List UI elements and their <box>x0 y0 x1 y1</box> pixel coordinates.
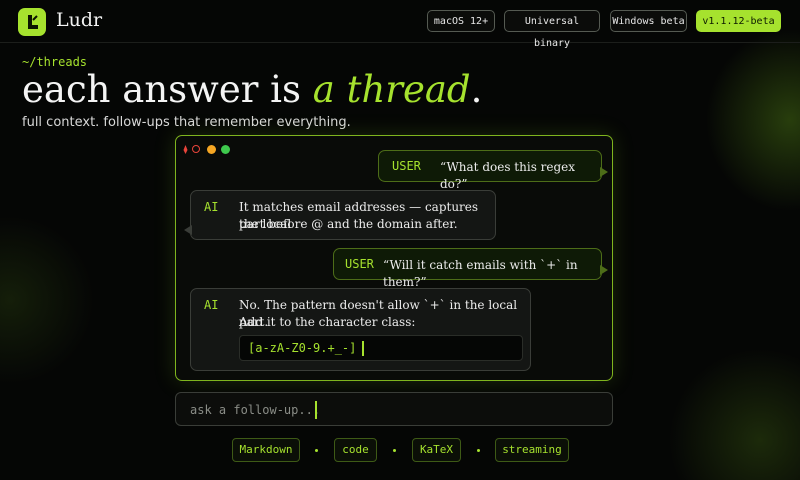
chat-window: USER “What does this regex do?” AI It ma… <box>175 135 613 381</box>
bolt-icon <box>28 15 38 29</box>
feature-tag-streaming[interactable]: streaming <box>495 438 569 462</box>
app-name: Ludr <box>56 9 103 31</box>
tag-separator <box>315 449 318 452</box>
window-minimize-dot[interactable] <box>207 145 216 154</box>
title-lead: each answer is <box>22 68 313 111</box>
platform-windows-badge[interactable]: Windows beta <box>610 10 687 32</box>
followup-input[interactable] <box>190 401 320 419</box>
top-bar: Ludr macOS 12+ Universal binary Windows … <box>0 0 800 49</box>
text-cursor <box>362 341 365 356</box>
text-cursor <box>315 401 317 419</box>
feature-tag-markdown[interactable]: Markdown <box>232 438 300 462</box>
feature-tag-katex[interactable]: KaTeX <box>412 438 461 462</box>
page-subtitle: full context. follow-ups that remember e… <box>22 115 351 130</box>
window-close-dot[interactable] <box>192 145 200 153</box>
version-button[interactable]: v1.1.12-beta <box>696 10 781 32</box>
title-end: . <box>470 68 483 111</box>
tag-separator <box>477 449 480 452</box>
flame-icon <box>183 145 188 154</box>
tag-separator <box>393 449 396 452</box>
bubble-tail <box>600 265 608 275</box>
chat-message-user: USER “What does this regex do?” <box>378 150 608 191</box>
platform-macos-badge[interactable]: macOS 12+ <box>427 10 495 32</box>
page-title: each answer is a thread. <box>22 68 482 111</box>
message-text-line: part before @ and the domain after. <box>239 217 458 231</box>
chat-message-ai: AI No. The pattern doesn't allow `+` in … <box>190 288 531 371</box>
message-role-label: USER <box>392 159 421 173</box>
window-zoom-dot[interactable] <box>221 145 230 154</box>
followup-box[interactable] <box>175 392 613 426</box>
message-role-label: USER <box>345 257 374 271</box>
bubble-tail <box>600 167 608 177</box>
message-role-label: AI <box>204 200 219 214</box>
chat-message-user: USER “Will it catch emails with `+` in t… <box>333 248 608 289</box>
message-text-line: Add it to the character class: <box>239 315 416 329</box>
message-text: “Will it catch emails with `+` in them?” <box>383 258 578 289</box>
platform-universal-badge[interactable]: Universal binary <box>504 10 600 49</box>
message-text: “What does this regex do?” <box>440 160 576 191</box>
app-logo[interactable] <box>18 8 46 36</box>
message-role-label: AI <box>204 298 219 312</box>
chat-message-ai: AI It matches email addresses — captures… <box>184 190 496 240</box>
feature-tag-code[interactable]: code <box>334 438 377 462</box>
section-eyebrow: ~/threads <box>22 55 88 69</box>
title-emphasis: a thread <box>312 68 471 111</box>
code-text: [a-zA-Z0-9.+_-] <box>248 341 357 355</box>
code-snippet[interactable]: [a-zA-Z0-9.+_-] <box>239 335 523 361</box>
bubble-tail <box>184 225 192 235</box>
